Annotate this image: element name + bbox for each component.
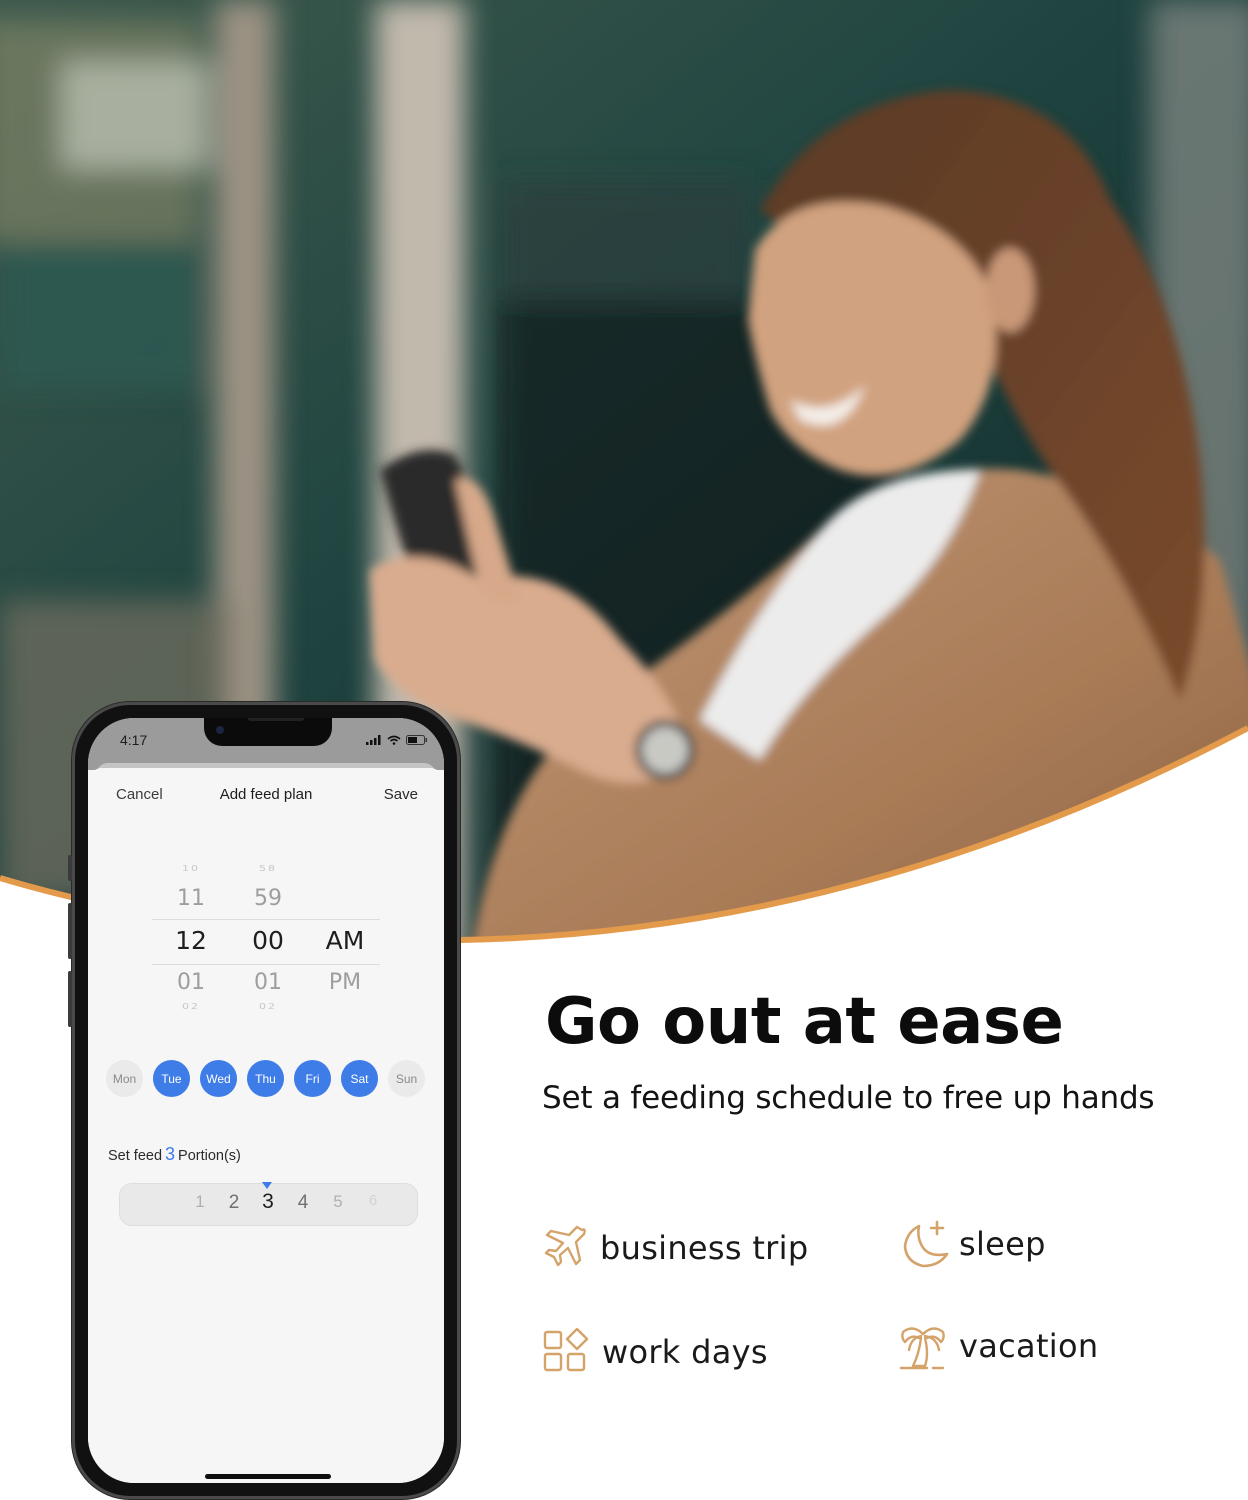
minute-option[interactable]: 58 [233,864,303,873]
portion-tick[interactable]: 2 [224,1192,244,1214]
portion-tick[interactable]: 6 [363,1192,383,1209]
volume-up-button [68,903,72,959]
period-selected[interactable]: AM [310,926,380,955]
palm-tree-icon [899,1327,945,1370]
portion-label: Set feed 3 Portion(s) [108,1144,241,1165]
time-picker[interactable]: 10 11 12 01 02 58 59 00 01 02 AM PM [88,864,444,1024]
cellular-signal-icon [366,735,381,745]
shapes-grid-icon [543,1327,589,1372]
moon-plus-icon [903,1220,949,1268]
day-sat[interactable]: Sat [341,1060,378,1097]
feed-plan-sheet: Cancel Add feed plan Save 10 11 12 01 02… [88,768,444,1483]
feature-sleep: sleep [897,1218,1046,1270]
notch [204,718,332,746]
feature-label: vacation [959,1327,1099,1365]
feature-label: business trip [600,1229,809,1267]
day-wed[interactable]: Wed [200,1060,237,1097]
day-tue[interactable]: Tue [153,1060,190,1097]
minute-selected[interactable]: 00 [233,926,303,955]
minute-option[interactable]: 02 [233,1002,303,1011]
portion-slider[interactable]: 1 2 3 4 5 6 [119,1183,418,1226]
cancel-button[interactable]: Cancel [116,786,163,803]
hour-option[interactable]: 02 [156,1002,226,1011]
slider-indicator-icon [262,1182,272,1189]
portion-prefix: Set feed [108,1148,163,1164]
status-time: 4:17 [120,732,148,748]
save-button[interactable]: Save [384,786,418,803]
subheadline: Set a feeding schedule to free up hands [542,1080,1155,1116]
phone-mockup: 4:17 Cancel Add feed plan Save 10 11 12 … [68,702,460,1499]
portion-count: 3 [165,1144,176,1164]
feature-business-trip: business trip [538,1222,808,1274]
battery-icon [406,735,427,745]
headline: Go out at ease [545,985,1064,1059]
mute-switch [68,855,72,881]
nav-bar: Cancel Add feed plan Save [88,786,444,808]
period-option[interactable]: PM [310,970,380,995]
feature-label: work days [602,1333,768,1371]
front-camera [216,726,224,734]
day-thu[interactable]: Thu [247,1060,284,1097]
phone-screen: 4:17 Cancel Add feed plan Save 10 11 12 … [88,718,444,1483]
day-mon[interactable]: Mon [106,1060,143,1097]
portion-tick-selected[interactable]: 3 [258,1190,278,1214]
day-sun[interactable]: Sun [388,1060,425,1097]
portion-suffix: Portion(s) [178,1148,241,1164]
home-indicator[interactable] [205,1474,331,1479]
portion-tick[interactable]: 1 [190,1192,210,1212]
hour-option[interactable]: 01 [156,970,226,995]
weekday-selector: Mon Tue Wed Thu Fri Sat Sun [106,1060,428,1098]
minute-option[interactable]: 59 [233,886,303,911]
volume-down-button [68,971,72,1027]
day-fri[interactable]: Fri [294,1060,331,1097]
portion-tick[interactable]: 4 [293,1192,313,1214]
hour-option[interactable]: 11 [156,886,226,911]
portion-tick[interactable]: 5 [328,1192,348,1212]
hour-selected[interactable]: 12 [156,926,226,955]
feature-label: sleep [959,1225,1046,1263]
wifi-icon [387,735,401,745]
airplane-icon [544,1225,586,1267]
picker-divider [152,964,380,965]
picker-divider [152,919,380,920]
feature-work-days: work days [540,1326,768,1378]
minute-option[interactable]: 01 [233,970,303,995]
feature-vacation: vacation [897,1320,1098,1372]
hour-option[interactable]: 10 [156,864,226,873]
